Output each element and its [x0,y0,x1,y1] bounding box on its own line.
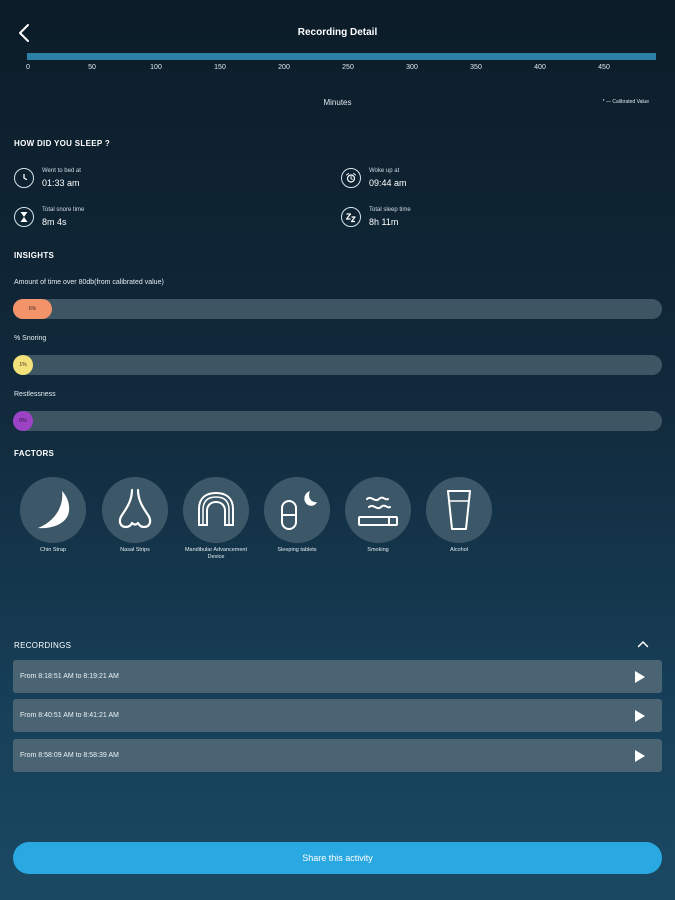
recording-time-range: From 8:18:51 AM to 8:19:21 AM [20,673,119,680]
timeline-tick: 200 [278,64,290,71]
share-activity-button[interactable]: Share this activity [13,842,662,874]
page-title: Recording Detail [297,27,378,38]
timeline-tick: 400 [534,64,546,71]
mouthguard-icon [198,491,234,526]
play-icon[interactable] [634,749,646,763]
recording-item[interactable]: From 8:18:51 AM to 8:19:21 AM [13,660,662,693]
factor-label: Smoking [367,547,389,553]
total-snore-label: Total snore time [42,207,85,213]
chevron-up-icon[interactable] [637,640,649,648]
alarm-clock-icon [341,168,361,188]
chin-strap-icon [38,491,70,529]
factor-label: Nasal Strips [120,547,150,553]
insight-fill-snoring: 1% [13,355,33,375]
insight-percent: 1% [19,362,27,368]
insight-label: Amount of time over 80db(from calibrated… [14,279,164,286]
factor-sleeping-tablets[interactable]: Sleeping tablets [262,477,332,554]
factor-nasal-strips[interactable]: Nasal Strips [100,477,170,554]
timeline-tick: 100 [150,64,162,71]
recordings-section-heading: RECORDINGS [14,641,72,650]
went-to-bed-value: 01:33 am [42,178,80,188]
total-sleep-label: Total sleep time [369,207,411,213]
play-icon[interactable] [634,670,646,684]
hourglass-icon [14,207,34,227]
total-snore-value: 8m 4s [42,217,67,227]
recording-item[interactable]: From 8:40:51 AM to 8:41:21 AM [13,699,662,732]
timeline-tick: 250 [342,64,354,71]
woke-up-stat: Woke up at 09:44 am [341,168,407,188]
total-snore-stat: Total snore time 8m 4s [14,207,84,227]
sleep-zz-icon [341,207,361,227]
insight-label: Restlessness [14,391,56,398]
insight-fill-restlessness: 0% [13,411,33,431]
sleep-section-heading: HOW DID YOU SLEEP ? [14,139,111,148]
went-to-bed-stat: Went to bed at 01:33 am [14,168,81,188]
insight-label: % Snoring [14,335,47,342]
timeline-tick: 350 [470,64,482,71]
insight-percent: 6% [28,306,37,312]
woke-up-value: 09:44 am [369,178,407,188]
total-sleep-value: 8h 11m [369,217,399,227]
insight-bar-snoring: 1% [13,355,662,375]
sleep-timeline-bar [27,53,656,60]
insights-section-heading: INSIGHTS [14,251,55,260]
clock-icon [14,168,34,188]
timeline-tick: 50 [88,64,96,71]
recording-time-range: From 8:40:51 AM to 8:41:21 AM [20,712,119,719]
pill-moon-icon [281,491,317,530]
factor-smoking[interactable]: Smoking [343,477,413,554]
insight-bar-loud: 6% [13,299,662,319]
recording-time-range: From 8:58:09 AM to 8:58:39 AM [20,752,119,759]
glass-icon [447,490,471,530]
factor-label: Chin Strap [40,547,66,553]
insight-bar-restlessness: 0% [13,411,662,431]
factor-label: Sleeping tablets [277,547,317,553]
timeline-tick: 150 [214,64,226,71]
woke-up-label: Woke up at [369,168,400,174]
factor-label: Alcohol [449,547,469,553]
timeline-tick: 450 [598,64,610,71]
play-icon[interactable] [634,709,646,723]
cigarette-icon [358,496,398,526]
nose-icon [118,488,152,529]
timeline-tick: 0 [26,64,30,71]
went-to-bed-label: Went to bed at [42,168,81,174]
recording-item[interactable]: From 8:58:09 AM to 8:58:39 AM [13,739,662,772]
factors-section-heading: FACTORS [14,449,55,458]
factor-chin-strap[interactable]: Chin Strap [18,477,88,554]
factor-mandibular-device[interactable]: Mandibular Advancement Device [181,477,251,561]
factor-label: Mandibular Advancement Device [184,547,248,560]
total-sleep-stat: Total sleep time 8h 11m [341,207,411,227]
factor-alcohol[interactable]: Alcohol [424,477,494,554]
calibrated-value-note: * — Calibrated Value [602,99,649,105]
timeline-axis-label: Minutes [323,98,352,107]
timeline-tick: 300 [406,64,418,71]
insight-fill-loud: 6% [13,299,52,319]
insight-percent: 0% [19,418,27,424]
